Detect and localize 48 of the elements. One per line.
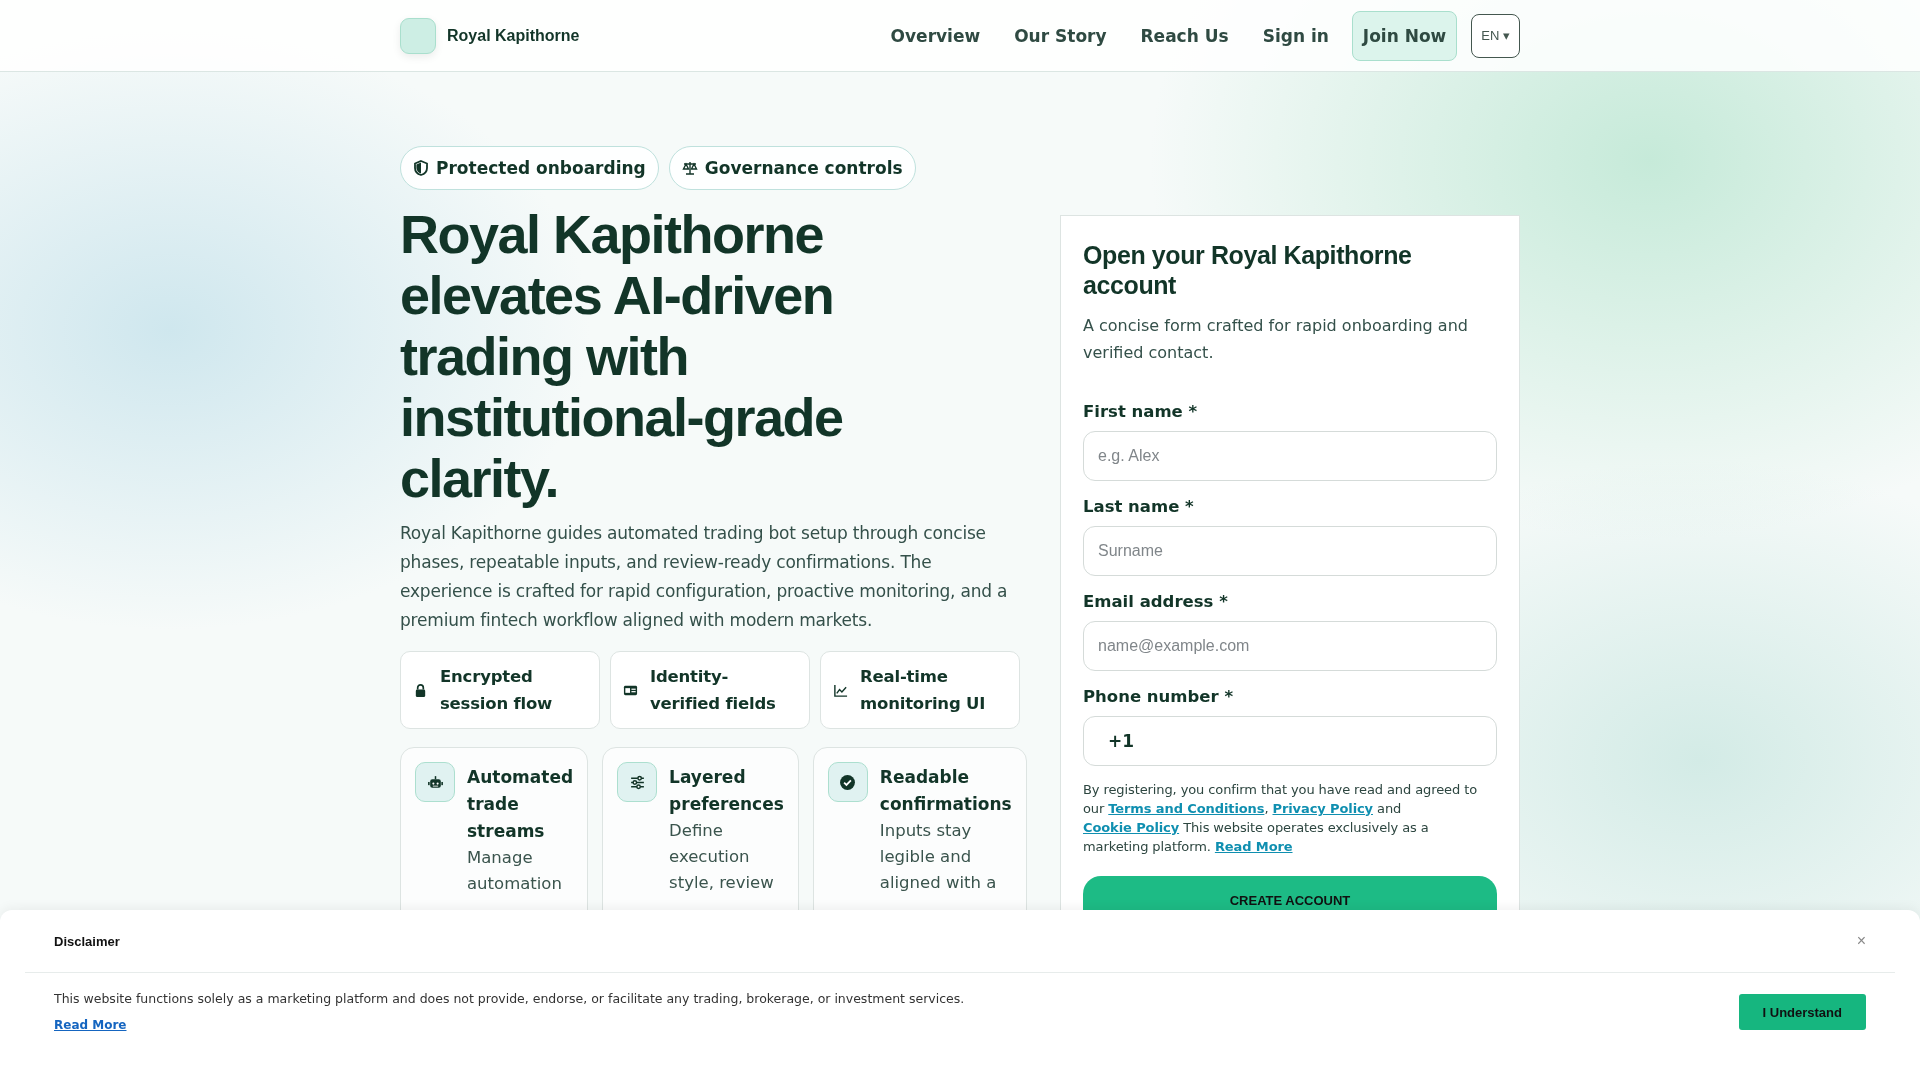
robot-icon [426,773,444,791]
lock-icon [413,682,428,698]
feature-title: Automated trade streams [467,766,574,843]
scales-icon [681,160,698,176]
badge-label: Protected onboarding [436,158,646,178]
shield-icon [413,160,429,176]
nav-link[interactable]: Overview [873,25,998,46]
form-subtitle: A concise form crafted for rapid onboarding and verified contact. [1083,315,1469,364]
read-more-link[interactable]: Read More [54,1018,127,1032]
sliders-icon [628,773,646,791]
highlight-label: Encrypted session flow [440,666,554,715]
feature-title: Readable confirmations [879,766,1012,816]
input-field[interactable]: e.g. Alex [1083,431,1497,481]
badge-label: Governance controls [704,158,903,178]
language-selector[interactable]: EN ▾ [1471,13,1520,58]
form-title: Open your Royal Kapithorne account [1083,240,1413,300]
feature-title: Layered preferences [669,766,784,816]
highlight-label: Identity-verified fields [650,666,777,715]
nav-link[interactable]: Sign in [1245,25,1346,46]
understand-button[interactable]: I Understand [1738,994,1866,1030]
consent-link[interactable]: Cookie Policy [1083,820,1180,835]
consent-text: By registering, you confirm that you have read and agreed to our Terms and Conditions, Privacy Policy and Cookie Policy This website operates exclusively as a marketing platform. Read More [1083,781,1478,856]
brand-name: Royal Kapithorne [447,26,580,45]
field-label: Email address * [1083,592,1229,611]
feature-text: Inputs stay legible and aligned with a [879,820,998,894]
consent-link[interactable]: Read More [1214,839,1293,854]
hero-description: Royal Kapithorne guides automated trading bot setup through concise phases, repeatable inputs, and review-ready confirmations. The experience is crafted for rapid configuration, proactive monitoring, and a premium fintech workflow aligned with modern markets. [400,522,1009,632]
nav-link[interactable]: Reach Us [1123,25,1246,46]
close-button[interactable]: × [1856,932,1866,950]
phone-field[interactable]: +1 [1083,716,1497,766]
consent-link[interactable]: Privacy Policy [1272,801,1373,816]
disclaimer-title: Disclaimer [54,933,120,949]
feature-text: Define execution style, review [669,820,775,894]
disclaimer-text: This website functions solely as a marketing platform and does not provide, endorse, or facilitate any trading, brokerage, or investment services. [54,991,965,1006]
check-circle-icon [839,773,857,791]
hero-title: Royal Kapithorne elevates AI-driven trading with institutional-grade clarity. [400,204,844,509]
join-button[interactable]: Join Now [1351,10,1458,61]
logo-icon [400,17,436,54]
consent-link[interactable]: Terms and Conditions [1108,801,1265,816]
line-chart-icon [833,682,848,698]
input-field[interactable]: Surname [1083,526,1497,576]
nav-link[interactable]: Our Story [997,25,1124,46]
field-label: Phone number * [1083,687,1235,706]
feature-text: Manage automation [467,847,563,895]
highlight-label: Real-time monitoring UI [860,666,987,715]
field-label: First name * [1083,402,1199,421]
input-field[interactable]: name@example.com [1083,621,1497,671]
field-label: Last name * [1083,497,1195,516]
